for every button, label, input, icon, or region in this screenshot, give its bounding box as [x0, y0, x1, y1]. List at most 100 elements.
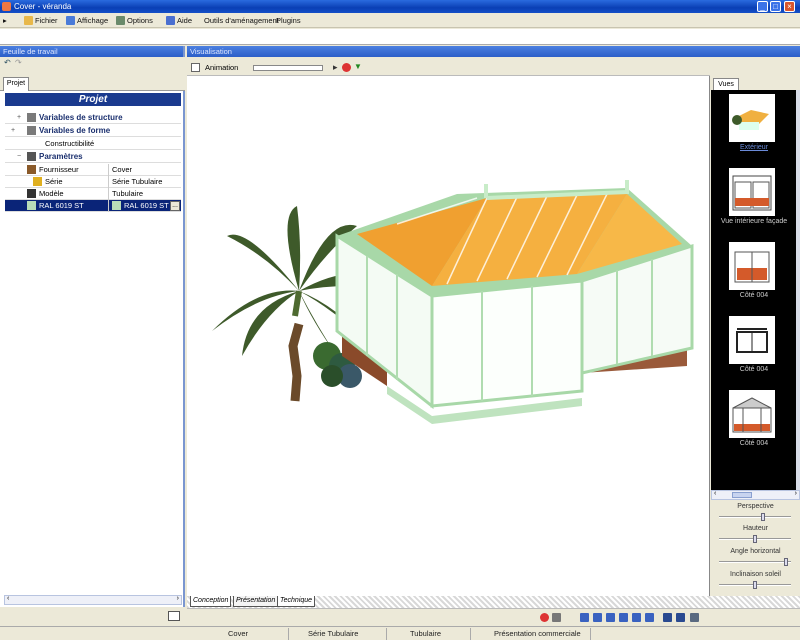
nav-up-icon[interactable]: [632, 613, 641, 622]
viewer-toolbar: Animation ▸ ▼: [187, 61, 710, 76]
scroll-right-icon[interactable]: ›: [795, 490, 797, 497]
tab-projet[interactable]: Projet: [3, 77, 29, 91]
tree-row[interactable]: + Variables de structure: [5, 112, 181, 124]
thumb-vue-interieure[interactable]: [729, 168, 775, 216]
tree-row[interactable]: RAL 6019 ST RAL 6019 ST...: [5, 200, 181, 212]
menu-outils[interactable]: Outils d'aménagement: [204, 15, 279, 26]
worksheet-hscroll[interactable]: ‹ ›: [4, 595, 182, 605]
menu-arrow-icon[interactable]: ▸: [3, 15, 7, 26]
gallery-vscroll[interactable]: [796, 90, 800, 490]
tree-row-value[interactable]: RAL 6019 ST: [108, 200, 169, 212]
view-icon: [66, 16, 75, 25]
menu-plugins[interactable]: Plugins: [276, 15, 301, 26]
redo-icon[interactable]: ↷: [15, 58, 22, 67]
nav-left-icon[interactable]: [593, 613, 602, 622]
tab-presentation[interactable]: Présentation: [233, 596, 279, 607]
tree-node-icon: [27, 126, 36, 135]
slider-thumb[interactable]: [753, 535, 757, 543]
side-view-icon: [736, 328, 768, 353]
thumb-label-2[interactable]: Côté 004: [713, 292, 795, 299]
collapse-icon[interactable]: −: [17, 151, 21, 163]
tree-row[interactable]: Série Série Tubulaire: [5, 176, 181, 188]
maximize-button[interactable]: □: [770, 1, 781, 12]
scroll-right-icon[interactable]: ›: [177, 595, 179, 602]
tree-row-label: Variables de forme: [27, 125, 110, 137]
slider-label: Hauteur: [743, 525, 768, 532]
animation-slider[interactable]: [253, 65, 323, 71]
slider-thumb[interactable]: [761, 513, 766, 521]
tree-row-value-text: Cover: [112, 165, 133, 174]
slider-thumb[interactable]: [753, 581, 757, 589]
views-tab-bar: Vues: [711, 76, 800, 90]
camera-icon[interactable]: [191, 63, 200, 72]
tab-technique[interactable]: Technique: [277, 596, 316, 607]
nav-back-icon[interactable]: [619, 613, 628, 622]
thumb-label-1[interactable]: Vue intérieure façade: [713, 218, 795, 225]
thumb-cote-2[interactable]: [729, 316, 775, 364]
tree-row[interactable]: + Variables de forme: [5, 125, 181, 137]
tree-row[interactable]: Fournisseur Cover: [5, 164, 181, 176]
slider-label: Perspective: [737, 503, 774, 510]
gallery-hscroll[interactable]: ‹ ›: [711, 490, 800, 500]
tree-row-value[interactable]: Série Tubulaire: [108, 176, 162, 188]
tree-node-icon: [33, 177, 42, 186]
animation-label: Animation: [205, 63, 239, 72]
scroll-left-icon[interactable]: ‹: [714, 490, 716, 497]
tree-row[interactable]: Modèle Tubulaire: [5, 188, 181, 200]
thumb-exterieur[interactable]: [729, 94, 775, 142]
front-view-icon: [732, 397, 772, 433]
interior-view-icon: [732, 175, 772, 211]
tree-row-value[interactable]: Tubulaire: [108, 188, 143, 200]
gallery-hscroll-thumb[interactable]: [732, 492, 752, 498]
tab-vues[interactable]: Vues: [713, 78, 739, 90]
help-icon: [166, 16, 175, 25]
status-separator: [386, 628, 387, 640]
view-slider: Inclinaison soleil: [711, 571, 800, 595]
slider-track[interactable]: [719, 561, 791, 563]
thumb-cote-1[interactable]: [729, 242, 775, 290]
menu-options[interactable]: Options: [116, 15, 153, 26]
play-icon[interactable]: ▸: [333, 62, 338, 73]
folder-icon: [24, 16, 33, 25]
pointer-icon[interactable]: [552, 613, 561, 622]
filter-icon[interactable]: ▼: [354, 62, 362, 71]
expand-icon[interactable]: +: [17, 112, 21, 124]
zoom-out-icon[interactable]: [676, 613, 685, 622]
toolbar-strip: [0, 29, 800, 45]
undo-icon[interactable]: ↶: [4, 58, 11, 67]
minimize-button[interactable]: _: [757, 1, 768, 12]
tree-row-label: Fournisseur: [27, 164, 79, 176]
thumb-label-0[interactable]: Extérieur: [713, 144, 795, 151]
thumb-label-4[interactable]: Côté 004: [713, 440, 795, 447]
expand-icon[interactable]: +: [11, 125, 15, 137]
more-button[interactable]: ...: [170, 201, 180, 211]
settings-icon[interactable]: [690, 613, 699, 622]
tree-row-value[interactable]: Cover: [108, 164, 132, 176]
tab-conception[interactable]: Conception: [190, 596, 232, 607]
slider-track[interactable]: [719, 516, 791, 518]
worksheet-tabs: Projet: [0, 69, 185, 91]
close-button[interactable]: ×: [784, 1, 795, 12]
tree-row-value-text: RAL 6019 ST: [124, 201, 169, 210]
stop-record-icon[interactable]: [540, 613, 549, 622]
menu-affichage[interactable]: Affichage: [66, 15, 108, 26]
nav-cylinder-icon[interactable]: [580, 613, 589, 622]
views-gallery: Extérieur Vue intérieure façade Côté 004…: [711, 90, 796, 490]
zoom-in-icon[interactable]: [663, 613, 672, 622]
record-icon[interactable]: [342, 63, 351, 72]
scroll-left-icon[interactable]: ‹: [7, 595, 9, 602]
corner-icon[interactable]: [168, 611, 180, 621]
menu-aide[interactable]: Aide: [166, 15, 192, 26]
menu-fichier[interactable]: Fichier: [24, 15, 58, 26]
thumb-label-3[interactable]: Côté 004: [713, 366, 795, 373]
status-separator: [288, 628, 289, 640]
thumb-cote-3[interactable]: [729, 390, 775, 438]
tree-row-value-text: Tubulaire: [112, 189, 143, 198]
tree-node-icon: [27, 165, 36, 174]
tree-row[interactable]: − Paramètres: [5, 151, 181, 163]
nav-down-icon[interactable]: [645, 613, 654, 622]
nav-forward-icon[interactable]: [606, 613, 615, 622]
slider-thumb[interactable]: [783, 558, 788, 566]
3d-viewport[interactable]: [187, 76, 710, 596]
tree-row[interactable]: Constructibilité: [5, 138, 181, 150]
